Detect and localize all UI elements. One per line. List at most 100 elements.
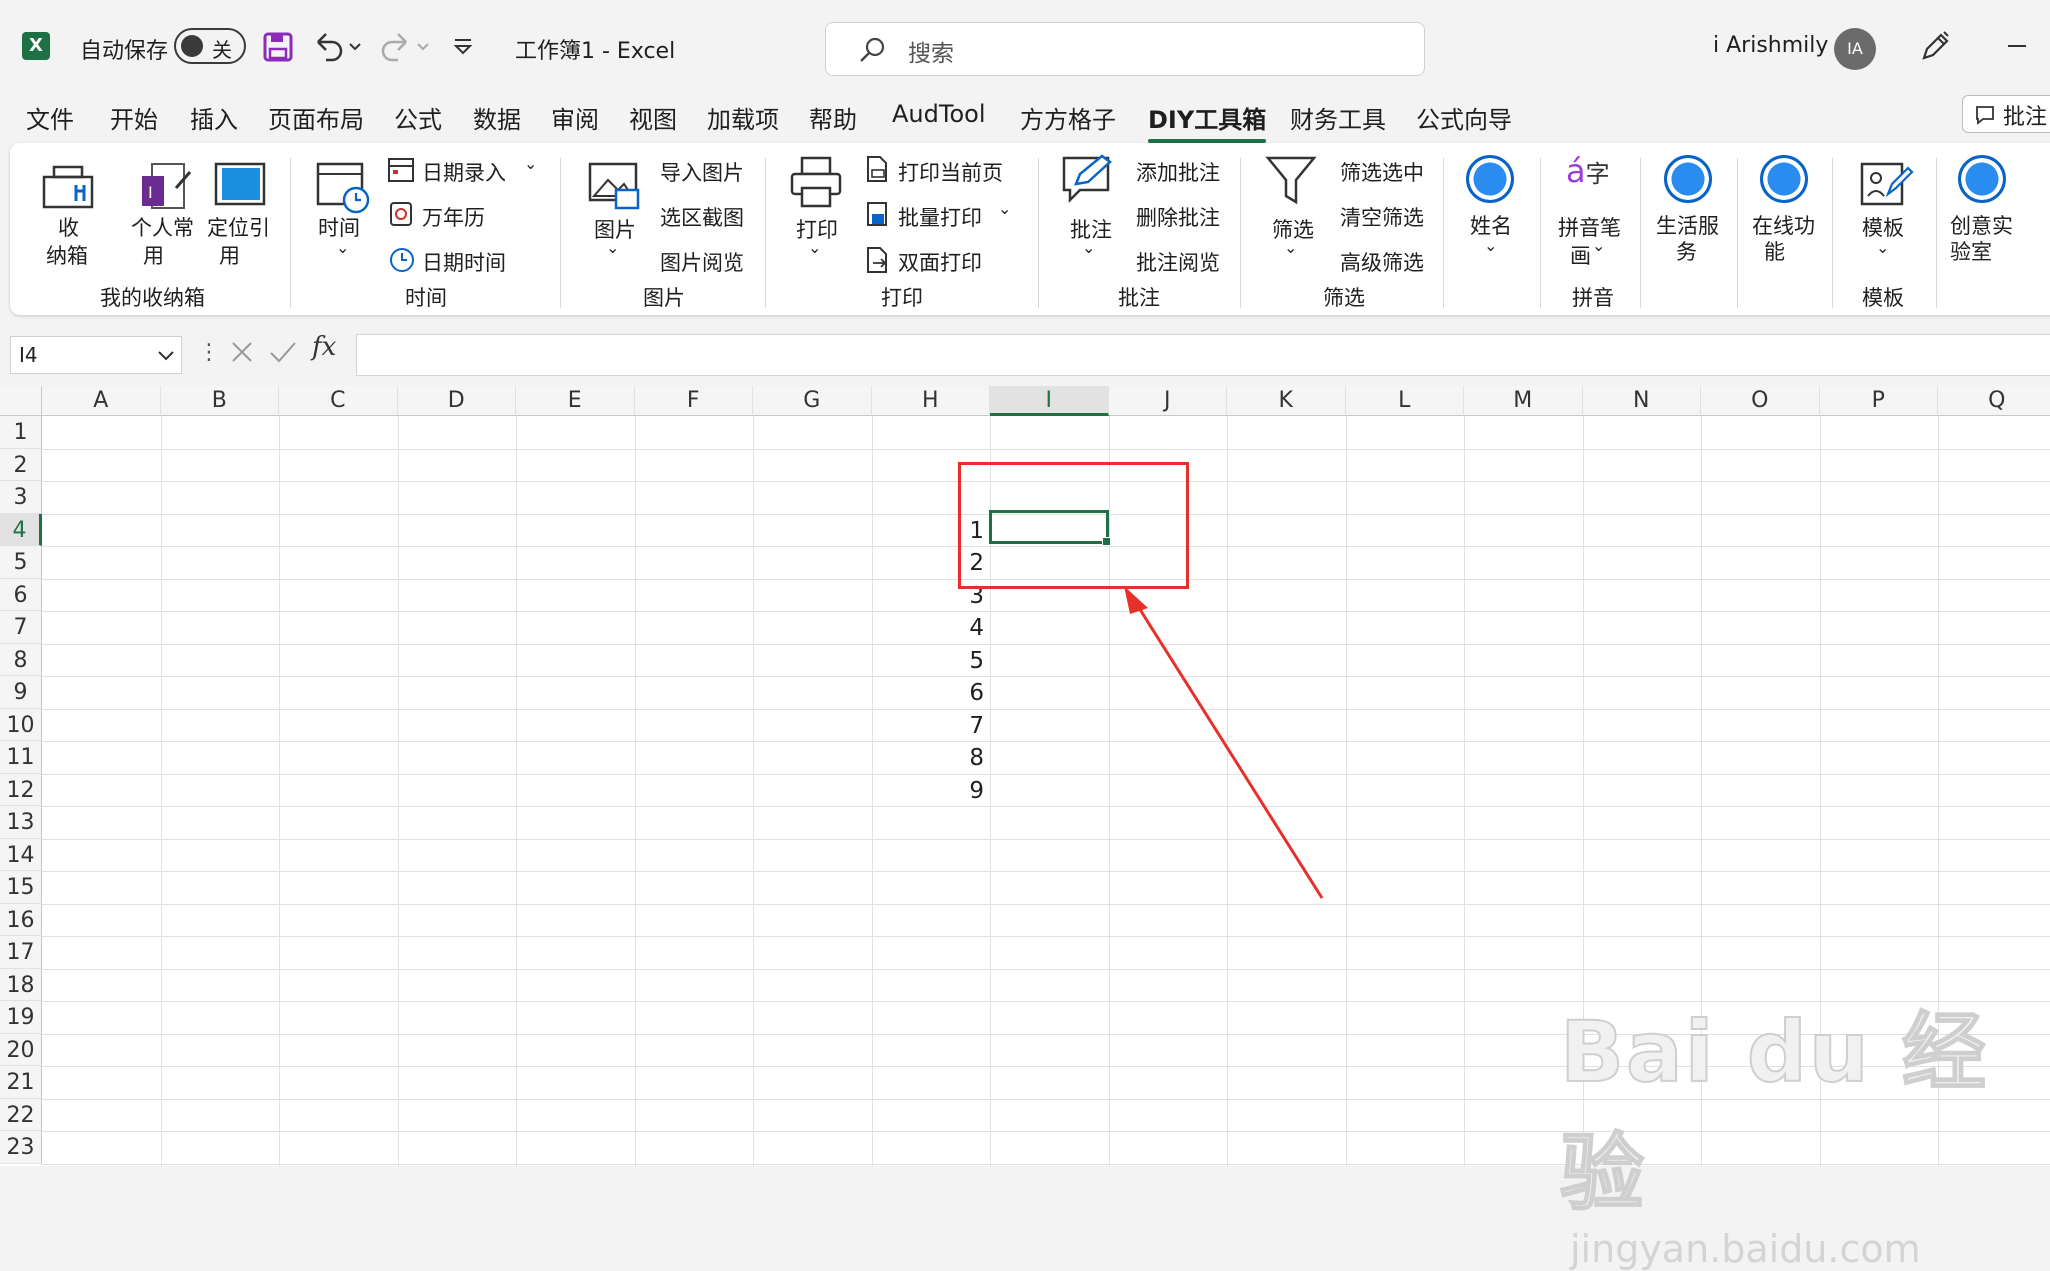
cell-h9[interactable]: 6 [904, 680, 984, 706]
cancel-icon[interactable] [228, 338, 256, 366]
personal-label1[interactable]: 个人常 [131, 212, 194, 242]
minimize-icon[interactable] [2008, 45, 2026, 47]
column-header-d[interactable]: D [397, 386, 516, 416]
name-dropdown-icon[interactable]: ⌄ [1484, 236, 1497, 255]
row-header-8[interactable]: 8 [0, 643, 42, 676]
template-dropdown-icon[interactable]: ⌄ [1876, 238, 1889, 257]
row-header-14[interactable]: 14 [0, 838, 42, 871]
row-header-2[interactable]: 2 [0, 448, 42, 481]
locate-label1[interactable]: 定位引 [207, 212, 270, 242]
column-header-i[interactable]: I [990, 386, 1109, 416]
calendar-label[interactable]: 万年历 [422, 202, 485, 232]
picture-view-label[interactable]: 图片阅览 [660, 247, 744, 277]
column-header-f[interactable]: F [634, 386, 753, 416]
user-name[interactable]: i Arishmily [1713, 33, 1828, 58]
filter-selected-label[interactable]: 筛选选中 [1340, 157, 1424, 187]
cell-h12[interactable]: 9 [904, 778, 984, 804]
row-header-13[interactable]: 13 [0, 806, 42, 839]
column-header-h[interactable]: H [871, 386, 990, 416]
row-header-20[interactable]: 20 [0, 1033, 42, 1066]
comment-button[interactable]: 批注 [1962, 95, 2050, 133]
row-header-16[interactable]: 16 [0, 903, 42, 936]
column-header-q[interactable]: Q [1938, 386, 2050, 416]
name-box[interactable]: I4 [10, 336, 182, 374]
column-header-p[interactable]: P [1819, 386, 1938, 416]
select-all-corner[interactable] [0, 386, 42, 416]
advanced-filter-label[interactable]: 高级筛选 [1340, 247, 1424, 277]
customize-toolbar-icon[interactable] [452, 36, 474, 58]
tab-formulas[interactable]: 公式 [394, 100, 442, 135]
formula-input[interactable] [356, 334, 2050, 376]
search-box[interactable]: 搜索 [825, 22, 1425, 76]
row-header-4[interactable]: 4 [0, 513, 42, 546]
row-header-18[interactable]: 18 [0, 968, 42, 1001]
pen-icon[interactable] [1918, 30, 1952, 64]
tab-addins[interactable]: 加载项 [707, 100, 779, 135]
avatar[interactable]: IA [1834, 28, 1876, 70]
row-header-5[interactable]: 5 [0, 546, 42, 579]
tab-file[interactable]: 文件 [26, 100, 74, 135]
row-header-9[interactable]: 9 [0, 676, 42, 709]
row-header-6[interactable]: 6 [0, 578, 42, 611]
row-header-15[interactable]: 15 [0, 871, 42, 904]
cell-h10[interactable]: 7 [904, 713, 984, 739]
filter-dropdown-icon[interactable]: ⌄ [1284, 238, 1297, 257]
row-header-1[interactable]: 1 [0, 416, 42, 449]
life-service-label2[interactable]: 务 [1676, 236, 1697, 266]
cell-h11[interactable]: 8 [904, 745, 984, 771]
column-header-o[interactable]: O [1701, 386, 1820, 416]
column-header-j[interactable]: J [1108, 386, 1227, 416]
enter-check-icon[interactable] [268, 338, 298, 366]
column-header-c[interactable]: C [279, 386, 398, 416]
comment-dropdown-icon[interactable]: ⌄ [1082, 238, 1095, 257]
add-comment-label[interactable]: 添加批注 [1136, 157, 1220, 187]
row-header-3[interactable]: 3 [0, 481, 42, 514]
row-header-21[interactable]: 21 [0, 1066, 42, 1099]
column-header-k[interactable]: K [1227, 386, 1346, 416]
import-picture-label[interactable]: 导入图片 [660, 157, 744, 187]
cell-h8[interactable]: 5 [904, 648, 984, 674]
column-header-a[interactable]: A [42, 386, 161, 416]
redo-icon[interactable] [380, 30, 430, 62]
tab-insert[interactable]: 插入 [190, 100, 238, 135]
column-header-g[interactable]: G [753, 386, 872, 416]
print-dropdown-icon[interactable]: ⌄ [808, 238, 821, 257]
row-header-17[interactable]: 17 [0, 936, 42, 969]
duplex-print-label[interactable]: 双面打印 [898, 247, 982, 277]
clear-filter-label[interactable]: 清空筛选 [1340, 202, 1424, 232]
picture-dropdown-icon[interactable]: ⌄ [606, 238, 619, 257]
name-box-dropdown-icon[interactable] [157, 349, 175, 363]
tab-view[interactable]: 视图 [629, 100, 677, 135]
pinyin-strokes-label1[interactable]: 拼音笔 [1558, 212, 1621, 242]
column-header-e[interactable]: E [516, 386, 635, 416]
tab-home[interactable]: 开始 [110, 100, 158, 135]
row-header-7[interactable]: 7 [0, 611, 42, 644]
batch-print-label[interactable]: 批量打印 [898, 202, 982, 232]
row-header-12[interactable]: 12 [0, 773, 42, 806]
datetime-label[interactable]: 日期时间 [422, 247, 506, 277]
cell-h7[interactable]: 4 [904, 615, 984, 641]
delete-comment-label[interactable]: 删除批注 [1136, 202, 1220, 232]
autosave-toggle[interactable]: 关 [174, 28, 246, 64]
column-header-n[interactable]: N [1582, 386, 1701, 416]
row-header-11[interactable]: 11 [0, 741, 42, 774]
comment-view-label[interactable]: 批注阅览 [1136, 247, 1220, 277]
tab-page-layout[interactable]: 页面布局 [268, 100, 364, 135]
tab-data[interactable]: 数据 [473, 100, 521, 135]
online-function-label2[interactable]: 能 [1764, 236, 1785, 266]
pinyin-dropdown-icon[interactable]: ⌄ [1592, 236, 1605, 255]
tab-fangfanggezi[interactable]: 方方格子 [1020, 100, 1116, 135]
row-header-23[interactable]: 23 [0, 1131, 42, 1164]
formula-bar-more-icon[interactable]: ⋮ [198, 340, 220, 365]
column-header-b[interactable]: B [160, 386, 279, 416]
tab-diy-toolbox[interactable]: DIY工具箱 [1148, 100, 1267, 143]
tab-finance-tools[interactable]: 财务工具 [1290, 100, 1386, 135]
storage-box-label1[interactable]: 收 [58, 212, 79, 242]
batch-print-dropdown-icon[interactable]: ⌄ [998, 199, 1011, 218]
row-header-10[interactable]: 10 [0, 708, 42, 741]
tab-help[interactable]: 帮助 [809, 100, 857, 135]
row-header-22[interactable]: 22 [0, 1098, 42, 1131]
print-current-label[interactable]: 打印当前页 [898, 157, 1003, 187]
tab-formula-wizard[interactable]: 公式向导 [1416, 100, 1512, 135]
date-entry-label[interactable]: 日期录入 [422, 157, 506, 187]
